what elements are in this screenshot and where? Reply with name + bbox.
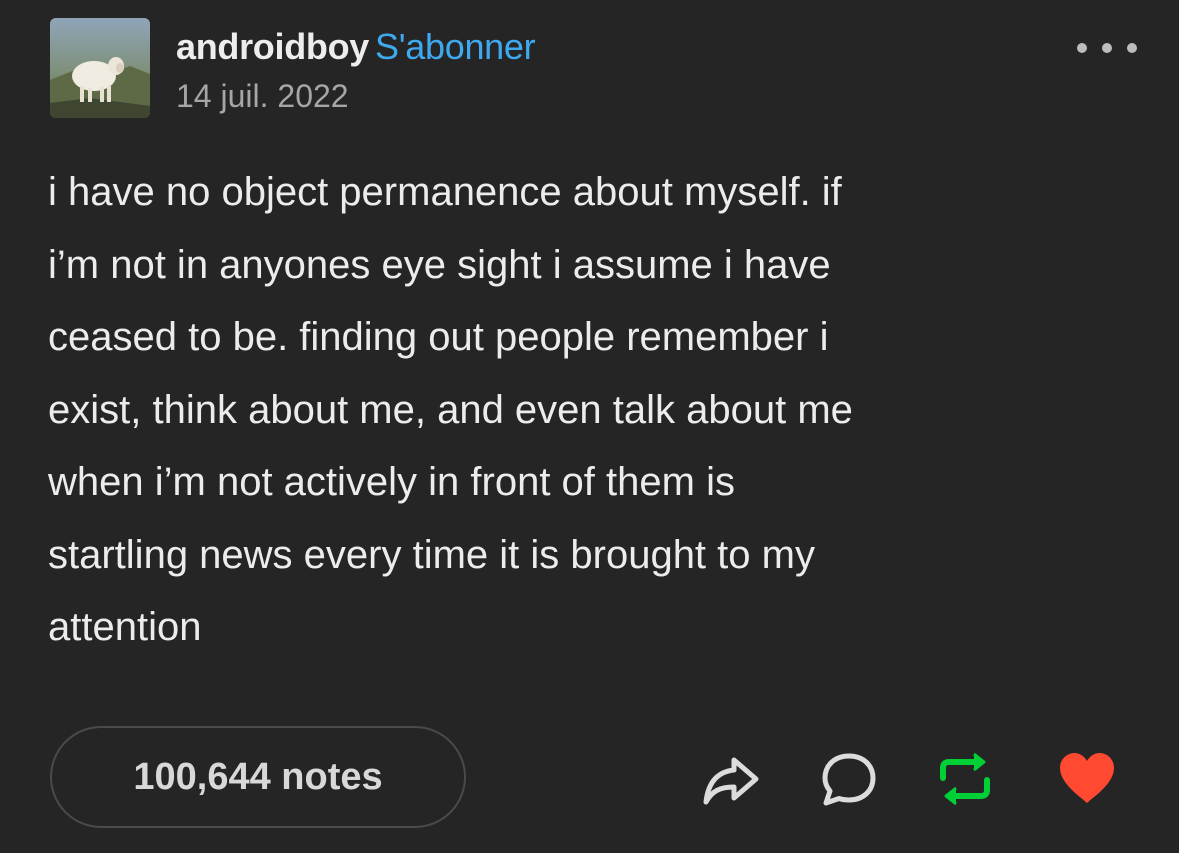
post-card: androidboy S'abonner 14 juil. 2022 i have…	[0, 0, 1179, 853]
reblog-icon[interactable]	[934, 748, 996, 810]
body-line: when i’m not actively in front of them i…	[48, 460, 735, 504]
username-link[interactable]: androidboy	[176, 26, 369, 67]
body-line: i’m not in anyones eye sight i assume i …	[48, 242, 831, 287]
post-body: i have no object permanence about myself…	[48, 156, 1128, 664]
reply-icon[interactable]	[818, 748, 880, 810]
more-options-icon[interactable]	[1077, 38, 1137, 58]
dot	[1077, 43, 1087, 53]
notes-button[interactable]: 100,644 notes	[50, 726, 466, 828]
body-line: startling news every time it is brought …	[48, 532, 815, 577]
follow-button[interactable]: S'abonner	[375, 26, 536, 67]
body-line: i have no object permanence about myself…	[48, 170, 842, 214]
share-icon[interactable]	[700, 748, 762, 810]
sheep-icon	[50, 18, 150, 118]
body-line: attention	[48, 605, 202, 649]
body-line: ceased to be. finding out people remembe…	[48, 315, 829, 359]
avatar[interactable]	[50, 18, 150, 118]
like-icon[interactable]	[1056, 748, 1118, 810]
body-line: exist, think about me, and even talk abo…	[48, 387, 853, 432]
post-date: 14 juil. 2022	[176, 78, 349, 114]
dot	[1127, 43, 1137, 53]
dot	[1102, 43, 1112, 53]
post-header: androidboy S'abonner	[176, 26, 536, 68]
